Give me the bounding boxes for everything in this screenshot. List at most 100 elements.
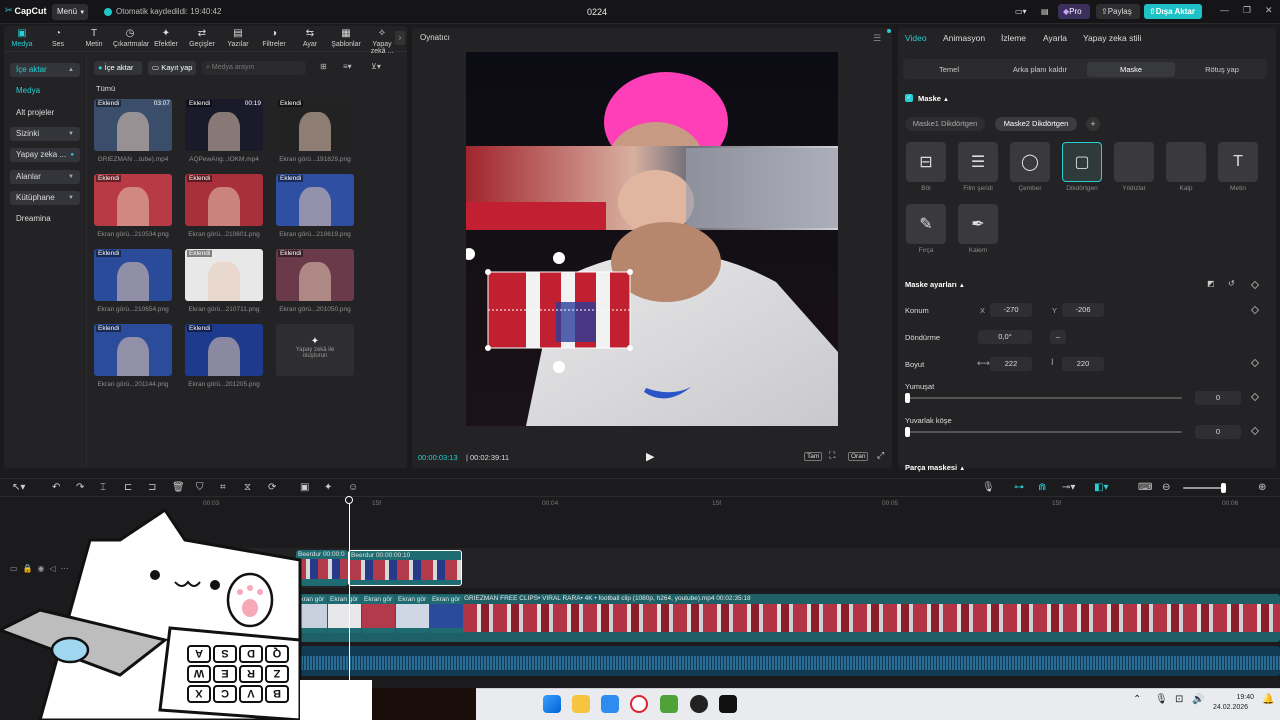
media-item[interactable]: Eklendi	[185, 249, 263, 301]
opera-icon[interactable]	[630, 695, 648, 713]
player-menu-icon[interactable]: ☰	[873, 33, 881, 44]
mask-shape-heart[interactable]	[1166, 142, 1206, 182]
split-right-icon[interactable]: ⊐	[148, 482, 156, 493]
mask-shape-stars[interactable]	[1114, 142, 1154, 182]
tray-network-icon[interactable]: ⊡	[1175, 694, 1183, 705]
subtab-1[interactable]: Arka planı kaldır	[996, 62, 1084, 77]
feather-slider-thumb[interactable]	[905, 393, 910, 403]
handle-bl[interactable]	[485, 345, 491, 351]
store-icon[interactable]	[601, 695, 619, 713]
media-item[interactable]: Eklendi	[276, 174, 354, 226]
layout-icon[interactable]: ▭▾	[1010, 4, 1032, 19]
record-button[interactable]: ▭ Kayıt yap	[148, 61, 196, 75]
microphone-icon[interactable]: 🎙	[982, 482, 995, 493]
obs-icon[interactable]	[690, 695, 708, 713]
preview-axis-icon[interactable]: ◧▾	[1094, 482, 1108, 493]
height-field[interactable]: 220	[1062, 357, 1104, 371]
zoom-slider[interactable]	[1183, 487, 1225, 489]
tab-effects[interactable]: ✦ Efektler	[149, 28, 183, 48]
mask-shape-split[interactable]: ⊟	[906, 142, 946, 182]
inspector-tab-3[interactable]: Ayarla	[1043, 33, 1067, 43]
handle-tl[interactable]	[485, 269, 491, 275]
tab-adjust[interactable]: ⇆ Ayar	[293, 28, 327, 48]
notification-icon[interactable]: 🔔	[1262, 694, 1274, 705]
subtab-2[interactable]: Maske	[1087, 62, 1175, 77]
invert-icon[interactable]: ◩	[1207, 279, 1215, 288]
feather-slider[interactable]	[907, 397, 1182, 399]
zoom-in-icon[interactable]: ⊕	[1258, 482, 1266, 493]
magic-icon[interactable]: ✦	[324, 482, 332, 493]
file-explorer-icon[interactable]	[572, 695, 590, 713]
menu-button[interactable]: Menü ▼	[52, 4, 88, 20]
tray-mic-icon[interactable]: 🎙	[1155, 694, 1168, 705]
chain-icon[interactable]: ⊸▾	[1062, 482, 1075, 493]
tab-transitions[interactable]: ⇄ Geçişler	[185, 28, 219, 48]
rotation-flip-button[interactable]: –	[1050, 330, 1066, 344]
import-button[interactable]: ● İçe aktar	[94, 61, 142, 75]
crop-icon[interactable]: ⌗	[220, 482, 226, 493]
tab-stickers[interactable]: ◷ Çıkartmalar	[113, 28, 149, 48]
mask-chip-2[interactable]: Maske2 Dikdörtgen	[995, 117, 1077, 131]
zoom-slider-thumb[interactable]	[1221, 483, 1226, 493]
media-item[interactable]: Eklendi 00:19	[185, 99, 263, 151]
tray-chevron-icon[interactable]: ⌃	[1133, 694, 1141, 705]
feather-field[interactable]: 0	[1195, 391, 1241, 405]
media-item[interactable]: Eklendi 03:07	[94, 99, 172, 151]
sidebar-item-2[interactable]: Alt projeler	[10, 106, 80, 120]
media-item[interactable]: Eklendi	[94, 174, 172, 226]
undo-icon[interactable]: ↶	[52, 482, 60, 493]
all-filter-label[interactable]: Tümü	[96, 84, 115, 93]
pos-y-field[interactable]: -206	[1062, 303, 1104, 317]
image-clip[interactable]: Ekran gör	[430, 595, 463, 633]
split-left-icon[interactable]: ⊏	[124, 482, 132, 493]
capcut-taskbar-icon[interactable]	[719, 695, 737, 713]
pro-button[interactable]: ◆Pro	[1058, 4, 1090, 19]
tab-filters[interactable]: ◑ Filtreler	[257, 28, 291, 48]
magnet-icon[interactable]: ⋒	[1038, 482, 1046, 493]
round-corner-slider[interactable]	[907, 431, 1182, 433]
pos-x-field[interactable]: -270	[990, 303, 1032, 317]
subtab-0[interactable]: Temel	[905, 62, 993, 77]
handle-br[interactable]	[627, 345, 633, 351]
clock-time[interactable]: 19:40	[1232, 694, 1254, 701]
media-search-input[interactable]: ⌕ Medya arayın	[202, 61, 306, 75]
sidebar-item-4[interactable]: Yapay zeka ... ●	[10, 148, 80, 162]
tab-ai[interactable]: ✧ Yapay zekâ ...	[365, 28, 399, 55]
split-icon[interactable]: ⌶	[100, 482, 106, 493]
sidebar-item-1[interactable]: Medya	[10, 84, 80, 98]
handle-tr[interactable]	[627, 269, 633, 275]
media-item[interactable]: Eklendi	[276, 99, 354, 151]
inspector-tab-0[interactable]: Video	[905, 33, 927, 43]
media-item[interactable]: Eklendi	[94, 324, 172, 376]
play-icon[interactable]: ▶	[646, 450, 654, 463]
sidebar-item-5[interactable]: Alanlar ▼	[10, 170, 80, 184]
filter-icon[interactable]: ⊻▾	[371, 62, 381, 71]
full-quality-button[interactable]: Tam	[804, 452, 823, 461]
reset-icon[interactable]: ↺	[1228, 279, 1235, 288]
shortcut-icon[interactable]: ▤	[1036, 4, 1052, 19]
caption-icon[interactable]: ⌨	[1138, 482, 1152, 493]
media-item[interactable]: Eklendi	[276, 249, 354, 301]
tab-text[interactable]: T Metin	[77, 28, 111, 48]
rotate-icon[interactable]: ⟳	[268, 482, 276, 493]
media-item[interactable]: Eklendi	[185, 324, 263, 376]
sidebar-item-0[interactable]: İçe aktar ▲	[10, 63, 80, 77]
rotate-handle-icon[interactable]	[553, 361, 565, 373]
mask-shape-brush[interactable]: ✎	[906, 204, 946, 244]
clock-date[interactable]: 24.02.2026	[1213, 704, 1248, 711]
mask-shape-circle[interactable]: ◯	[1010, 142, 1050, 182]
inspector-tab-4[interactable]: Yapay zeka stili	[1083, 33, 1141, 43]
frame-icon[interactable]: ▣	[300, 482, 309, 493]
sidebar-item-6[interactable]: Kütüphane ▼	[10, 191, 80, 205]
subtab-3[interactable]: Rötuş yap	[1178, 62, 1266, 77]
image-clip[interactable]: Ekran gör	[396, 595, 429, 633]
sidebar-item-7[interactable]: Dreamina	[10, 212, 80, 226]
select-tool-icon[interactable]: ↖▾	[12, 482, 25, 493]
minecraft-icon[interactable]	[660, 695, 678, 713]
share-button[interactable]: ⇪Paylaş	[1096, 4, 1140, 19]
mask-shape-filmstrip[interactable]: ☰	[958, 142, 998, 182]
mask-chip-1[interactable]: Maske1 Dikdörtgen	[905, 117, 985, 131]
sort-icon[interactable]: ≡▾	[343, 62, 352, 71]
round-corner-slider-thumb[interactable]	[905, 427, 910, 437]
add-mask-icon[interactable]: +	[1086, 117, 1100, 131]
